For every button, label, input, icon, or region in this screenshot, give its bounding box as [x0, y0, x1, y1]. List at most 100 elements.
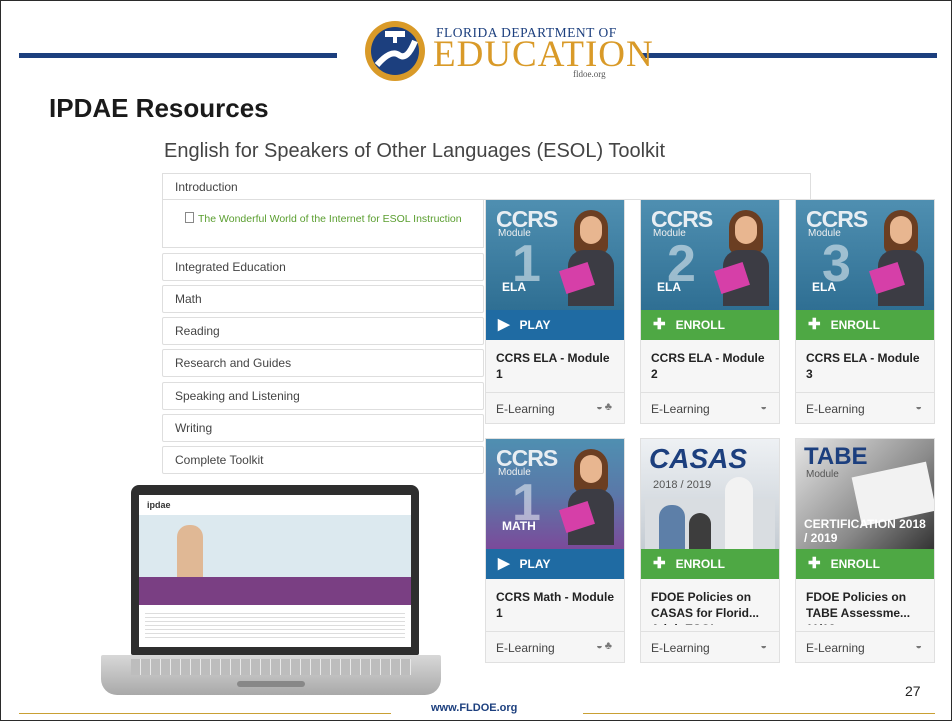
logo-line2: EDUCATION: [433, 34, 654, 75]
course-name[interactable]: CCRS ELA - Module 3: [806, 350, 928, 386]
action-label: ENROLL: [675, 318, 725, 332]
thumbnail-year: 2018 / 2019: [653, 479, 712, 491]
screen-nav-band: [139, 577, 411, 605]
enroll-button[interactable]: ✚ ENROLL: [796, 549, 934, 579]
accordion-complete-toolkit[interactable]: Complete Toolkit: [162, 446, 484, 474]
action-label: ENROLL: [830, 318, 880, 332]
play-button[interactable]: ▶ PLAY: [486, 310, 624, 340]
accordion-math[interactable]: Math: [162, 285, 484, 313]
plus-icon: ✚: [653, 555, 666, 572]
slide: FLORIDA DEPARTMENT OF EDUCATION fldoe.or…: [0, 0, 952, 721]
course-card[interactable]: CCRS Module 2 ELA ✚ ENROLL CCRS ELA - Mod…: [640, 199, 780, 424]
play-button[interactable]: ▶ PLAY: [486, 549, 624, 579]
laptop-image: ipdae: [101, 485, 441, 703]
teacher-image: [559, 208, 614, 306]
action-label: ENROLL: [830, 557, 880, 571]
footer-rule-right: [583, 713, 935, 714]
teacher-image: [714, 208, 769, 306]
course-card[interactable]: CCRS Module 1 ELA ▶ PLAY CCRS ELA - Modul…: [485, 199, 625, 424]
globe-icon: ◒: [915, 640, 924, 652]
thumbnail-subject: ELA: [657, 280, 681, 294]
accordion-reading[interactable]: Reading: [162, 317, 484, 345]
globe-icon: ◒: [760, 401, 769, 413]
course-name[interactable]: FDOE Policies on CASAS for Florid... Adu…: [651, 589, 773, 625]
footer-rule-left: [19, 713, 391, 714]
thumbnail-title: CASAS: [649, 443, 748, 474]
thumbnail-subject: ELA: [502, 280, 526, 294]
accordion-introduction[interactable]: Introduction: [162, 173, 811, 200]
course-type: E-Learning: [806, 402, 865, 416]
course-thumbnail[interactable]: CCRS Module 1 MATH: [486, 439, 624, 549]
logo-url: fldoe.org: [573, 69, 606, 79]
course-footer: E-Learning ◒: [641, 392, 779, 423]
play-icon: ▶: [498, 555, 510, 572]
plus-icon: ✚: [808, 555, 821, 572]
action-label: PLAY: [519, 557, 551, 571]
laptop-keyboard: [131, 659, 411, 675]
laptop-base: [101, 655, 441, 695]
thumbnail-module: Module: [806, 469, 839, 480]
laptop-lid: ipdae: [131, 485, 419, 655]
course-footer: E-Learning ◒♣: [486, 631, 624, 662]
thumbnail-subject: MATH: [502, 519, 536, 533]
introduction-resource-label: The Wonderful World of the Internet for …: [198, 213, 462, 225]
enroll-button[interactable]: ✚ ENROLL: [641, 549, 779, 579]
enroll-button[interactable]: ✚ ENROLL: [641, 310, 779, 340]
course-footer: E-Learning ◒♣: [486, 392, 624, 423]
action-label: PLAY: [519, 318, 551, 332]
accordion-speaking-and-listening[interactable]: Speaking and Listening: [162, 382, 484, 410]
course-thumbnail[interactable]: CCRS Module 1 ELA: [486, 200, 624, 310]
course-footer: E-Learning ◒: [641, 631, 779, 662]
course-thumbnail[interactable]: CCRS Module 2 ELA: [641, 200, 779, 310]
course-card[interactable]: CCRS Module 1 MATH ▶ PLAY CCRS Math - Mod…: [485, 438, 625, 663]
header-rule-left: [19, 53, 337, 58]
introduction-resource-link[interactable]: The Wonderful World of the Internet for …: [185, 212, 462, 225]
screen-text-lines: [145, 610, 405, 640]
header-rule-right: [641, 53, 937, 58]
document-icon: [185, 212, 194, 223]
action-label: ENROLL: [675, 557, 725, 571]
fldoe-logo: FLORIDA DEPARTMENT OF EDUCATION fldoe.or…: [363, 19, 653, 83]
course-footer: E-Learning ◒: [796, 631, 934, 662]
thumbnail-subject: ELA: [812, 280, 836, 294]
screen-header: ipdae: [139, 495, 411, 516]
globe-icon: ◒: [915, 401, 924, 413]
classroom-image: [645, 477, 775, 549]
accordion-writing[interactable]: Writing: [162, 414, 484, 442]
thumbnail-title: TABE: [804, 443, 868, 470]
course-name[interactable]: CCRS Math - Module 1: [496, 589, 618, 625]
course-type: E-Learning: [496, 641, 555, 655]
globe-user-icons: ◒♣: [596, 640, 614, 652]
course-type: E-Learning: [496, 402, 555, 416]
course-thumbnail[interactable]: CASAS 2018 / 2019: [641, 439, 779, 549]
course-name[interactable]: FDOE Policies on TABE Assessme... 11/12: [806, 589, 928, 625]
accordion-introduction-body: The Wonderful World of the Internet for …: [162, 200, 484, 248]
course-card[interactable]: CCRS Module 3 ELA ✚ ENROLL CCRS ELA - Mod…: [795, 199, 935, 424]
enroll-button[interactable]: ✚ ENROLL: [796, 310, 934, 340]
course-footer: E-Learning ◒: [796, 392, 934, 423]
fldoe-seal-icon: [365, 21, 425, 81]
page-number: 27: [905, 683, 921, 699]
course-name[interactable]: CCRS ELA - Module 1: [496, 350, 618, 386]
course-thumbnail[interactable]: CCRS Module 3 ELA: [796, 200, 934, 310]
footer-url[interactable]: www.FLDOE.org: [431, 702, 517, 714]
plus-icon: ✚: [653, 316, 666, 333]
teacher-image: [869, 208, 924, 306]
accordion-research-and-guides[interactable]: Research and Guides: [162, 349, 484, 377]
globe-icon: ◒: [760, 640, 769, 652]
course-type: E-Learning: [806, 641, 865, 655]
accordion-integrated-education[interactable]: Integrated Education: [162, 253, 484, 281]
play-icon: ▶: [498, 316, 510, 333]
course-thumbnail[interactable]: TABE Module CERTIFICATION 2018 / 2019: [796, 439, 934, 549]
course-name[interactable]: CCRS ELA - Module 2: [651, 350, 773, 386]
teacher-image: [559, 447, 614, 545]
course-card[interactable]: TABE Module CERTIFICATION 2018 / 2019 ✚ E…: [795, 438, 935, 663]
laptop-screen: ipdae: [139, 495, 411, 647]
course-card[interactable]: CASAS 2018 / 2019 ✚ ENROLL FDOE Policies …: [640, 438, 780, 663]
course-type: E-Learning: [651, 641, 710, 655]
screen-hero: [139, 515, 411, 577]
page-title: IPDAE Resources: [49, 93, 269, 123]
course-type: E-Learning: [651, 402, 710, 416]
plus-icon: ✚: [808, 316, 821, 333]
globe-user-icons: ◒♣: [596, 401, 614, 413]
